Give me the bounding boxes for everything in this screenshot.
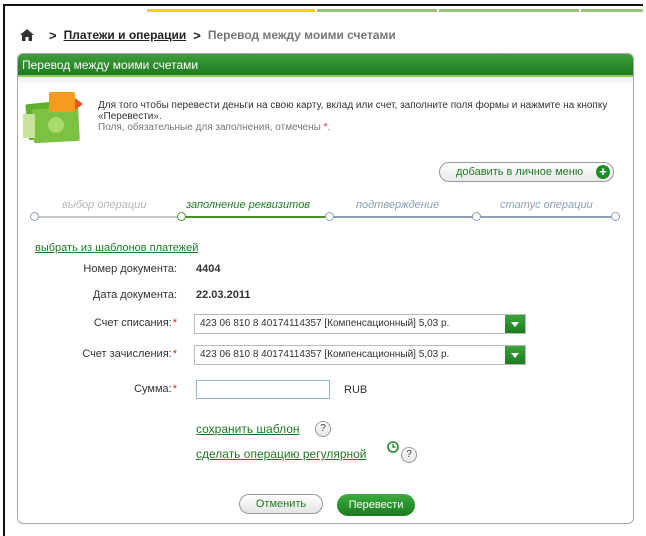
amount-label: Сумма:* — [134, 383, 177, 395]
breadcrumb-separator: > — [49, 27, 57, 43]
required-note-end: . — [327, 122, 331, 133]
menu-tab-indicator — [439, 9, 579, 12]
step-dot — [177, 212, 186, 221]
add-to-personal-menu-button[interactable]: добавить в личное меню + — [439, 162, 614, 182]
cancel-button[interactable]: Отменить — [239, 494, 323, 514]
from-account-select[interactable]: 423 06 810 8 40174114357 [Компенсационны… — [194, 314, 526, 334]
doc-date-value: 22.03.2011 — [196, 289, 251, 301]
step-dot — [30, 212, 39, 221]
required-note-text: Поля, обязательные для заполнения, отмеч… — [98, 122, 321, 133]
doc-number-value: 4404 — [196, 263, 221, 275]
step-label-confirmation: подтверждение — [356, 199, 440, 211]
step-dot — [472, 212, 481, 221]
make-regular-link[interactable]: сделать операцию регулярной — [196, 447, 367, 461]
menu-tab-indicator — [317, 9, 437, 12]
breadcrumb-current: Перевод между моими счетами — [207, 28, 396, 42]
transfer-button[interactable]: Перевести — [337, 494, 415, 516]
money-transfer-icon — [23, 92, 83, 144]
currency-label: RUB — [344, 384, 368, 396]
required-note: Поля, обязательные для заполнения, отмеч… — [98, 122, 618, 133]
clock-icon — [387, 441, 399, 453]
to-account-label: Счет зачисления:* — [82, 348, 177, 360]
doc-date-label: Дата документа: — [92, 289, 177, 301]
menu-tab-indicator — [581, 9, 643, 12]
to-account-select[interactable]: 423 06 810 8 40174114357 [Компенсационны… — [194, 345, 526, 365]
breadcrumb: > Платежи и операции > Перевод между мои… — [20, 26, 396, 44]
transfer-panel: Перевод между моими счетами Для того что… — [17, 53, 634, 524]
from-account-row: Счет списания:* 423 06 810 8 40174114357… — [18, 313, 618, 335]
to-account-label-text: Счет зачисления: — [82, 348, 172, 360]
step-line-done — [34, 216, 181, 218]
doc-number-row: Номер документа: 4404 — [18, 259, 618, 281]
required-asterisk: * — [172, 348, 177, 360]
from-account-value: 423 06 810 8 40174114357 [Компенсационны… — [200, 318, 450, 329]
amount-label-text: Сумма: — [134, 383, 172, 395]
from-account-label: Счет списания:* — [94, 317, 177, 329]
to-account-row: Счет зачисления:* 423 06 810 8 401741143… — [18, 344, 618, 366]
help-icon[interactable]: ? — [315, 421, 331, 437]
amount-row: Сумма:* RUB — [18, 379, 618, 401]
to-account-value: 423 06 810 8 40174114357 [Компенсационны… — [200, 349, 450, 360]
step-dot — [325, 212, 334, 221]
intro-section: Для того чтобы перевести деньги на свою … — [23, 90, 623, 150]
breadcrumb-separator: > — [193, 27, 201, 43]
chevron-down-icon[interactable] — [505, 315, 525, 333]
plus-icon: + — [596, 165, 610, 179]
panel-header-shadow — [18, 77, 633, 85]
add-to-menu-label: добавить в личное меню — [456, 166, 584, 178]
progress-steps: выбор операции заполнение реквизитов под… — [28, 199, 628, 229]
menu-tab-indicator-active — [147, 9, 315, 12]
home-icon[interactable] — [20, 29, 34, 41]
amount-input[interactable] — [196, 380, 330, 399]
doc-number-label: Номер документа: — [83, 263, 177, 275]
required-asterisk: * — [172, 383, 177, 395]
panel-title: Перевод между моими счетами — [18, 54, 633, 77]
step-dot — [611, 212, 620, 221]
choose-template-link[interactable]: выбрать из шаблонов платежей — [35, 242, 198, 254]
step-label-fill-details: заполнение реквизитов — [186, 199, 311, 211]
step-label-select-operation: выбор операции — [62, 199, 147, 211]
step-label-status: статус операции — [500, 199, 593, 211]
from-account-label-text: Счет списания: — [93, 317, 172, 329]
required-asterisk: * — [172, 317, 177, 329]
step-line-active — [181, 216, 330, 218]
save-template-link[interactable]: сохранить шаблон — [196, 422, 300, 436]
intro-instructions: Для того чтобы перевести деньги на свою … — [98, 100, 608, 122]
doc-date-row: Дата документа: 22.03.2011 — [18, 285, 618, 307]
help-icon[interactable]: ? — [401, 447, 417, 463]
top-menu-strip — [5, 6, 643, 17]
chevron-down-icon[interactable] — [505, 346, 525, 364]
breadcrumb-payments-link[interactable]: Платежи и операции — [64, 28, 187, 42]
intro-text: Для того чтобы перевести деньги на свою … — [98, 100, 618, 133]
